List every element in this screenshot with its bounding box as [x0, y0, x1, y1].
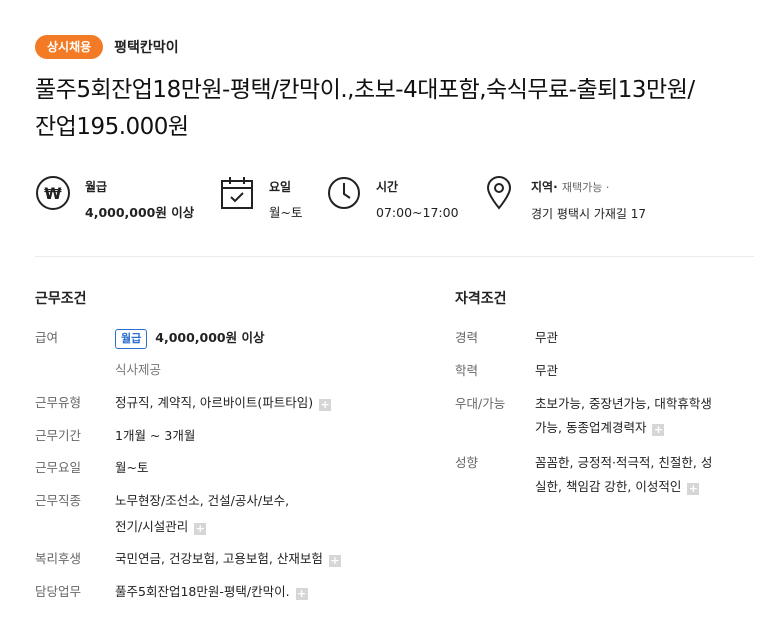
summary-days-value: 월~토	[269, 205, 303, 220]
qualifications-title: 자격조건	[455, 291, 507, 307]
duty-label: 담당업무	[35, 584, 82, 599]
trait-label: 성향	[455, 455, 479, 470]
header-row: 상시채용 평택칸막이	[35, 35, 179, 59]
education-value: 무관	[535, 363, 559, 378]
summary-pay-value: 4,000,000원 이상	[85, 205, 195, 220]
expand-plus-icon[interactable]: +	[319, 399, 332, 411]
trait-value-1: 꼼꼼한, 긍정적·적극적, 친절한, 성	[535, 455, 713, 470]
welfare-value: 국민연금, 건강보험, 고용보험, 산재보험	[115, 551, 323, 566]
pay-value: 4,000,000원 이상	[155, 330, 265, 345]
summary-pay-label: 월급	[85, 180, 108, 194]
summary-region-extra: 재택가능 ·	[561, 181, 610, 194]
pay-value-row: 월급 4,000,000원 이상	[115, 326, 264, 350]
svg-text:₩: ₩	[44, 184, 62, 203]
summary-time-label: 시간	[376, 180, 399, 194]
work-period-label: 근무기간	[35, 428, 82, 443]
trait-value-2: 실한, 책임감 강한, 이성적인	[535, 479, 682, 494]
duty-row: 풀주5회잔업18만원-평택/칸막이. +	[115, 580, 308, 604]
summary-region: 지역· 재택가능 · 경기 평택시 가재길 17	[481, 175, 646, 223]
preference-value-2: 가능, 동종업계경력자	[535, 420, 647, 435]
job-title-line2: 잔업195.000원	[35, 114, 189, 140]
divider	[35, 256, 754, 257]
job-category-label: 근무직종	[35, 493, 82, 508]
job-category-value-1: 노무현장/조선소, 건설/공사/보수,	[115, 493, 290, 508]
summary-time: 시간 07:00~17:00	[326, 175, 459, 222]
career-label: 경력	[455, 330, 479, 345]
job-title: 풀주5회잔업18만원-평택/칸막이.,초보-4대포함,숙식무료-출퇴13만원/ …	[35, 72, 755, 146]
won-icon: ₩	[36, 176, 70, 210]
work-period-value: 1개월 ~ 3개월	[115, 428, 196, 443]
preference-label: 우대/가능	[455, 396, 506, 411]
welfare-row: 국민연금, 건강보험, 고용보험, 산재보험 +	[115, 547, 341, 571]
summary-pay: ₩ 월급 4,000,000원 이상	[35, 175, 194, 222]
job-category-row: 노무현장/조선소, 건설/공사/보수, 전기/시설관리 +	[115, 489, 289, 539]
employment-type-value: 정규직, 계약직, 아르바이트(파트타임)	[115, 395, 314, 410]
trait-row: 꼼꼼한, 긍정적·적극적, 친절한, 성 실한, 책임감 강한, 이성적인 +	[535, 451, 712, 499]
preference-value-1: 초보가능, 중장년가능, 대학휴학생	[535, 396, 712, 411]
pay-sub: 식사제공	[115, 362, 162, 377]
expand-plus-icon[interactable]: +	[194, 523, 207, 535]
summary-region-label: 지역	[531, 180, 554, 194]
work-conditions-title: 근무조건	[35, 291, 87, 307]
expand-plus-icon[interactable]: +	[328, 555, 341, 567]
welfare-label: 복리후생	[35, 551, 82, 566]
summary-region-separator: ·	[553, 180, 558, 194]
summary-days-label: 요일	[269, 180, 292, 194]
summary-bar: ₩ 월급 4,000,000원 이상 요일 월~토 시간 07:00~17:00	[35, 175, 755, 235]
summary-days: 요일 월~토	[219, 175, 302, 222]
employment-type-label: 근무유형	[35, 395, 82, 410]
location-pin-icon	[486, 176, 512, 210]
job-category-value-2: 전기/시설관리	[115, 519, 189, 534]
work-days-value: 월~토	[115, 460, 149, 475]
calendar-check-icon	[221, 177, 253, 209]
clock-icon	[328, 177, 360, 209]
pay-type-tag: 월급	[115, 329, 148, 349]
job-title-line1: 풀주5회잔업18만원-평택/칸막이.,초보-4대포함,숙식무료-출퇴13만원/	[35, 77, 695, 103]
preference-row: 초보가능, 중장년가능, 대학휴학생 가능, 동종업계경력자 +	[535, 392, 712, 440]
work-days-label: 근무요일	[35, 460, 82, 475]
expand-plus-icon[interactable]: +	[652, 424, 665, 436]
summary-region-value: 경기 평택시 가재길 17	[531, 207, 647, 221]
career-value: 무관	[535, 330, 559, 345]
education-label: 학력	[455, 363, 479, 378]
expand-plus-icon[interactable]: +	[687, 483, 700, 495]
recruit-type-badge: 상시채용	[35, 35, 104, 59]
company-name[interactable]: 평택칸막이	[114, 37, 178, 57]
duty-value: 풀주5회잔업18만원-평택/칸막이.	[115, 584, 290, 599]
pay-label: 급여	[35, 330, 59, 345]
employment-type-row: 정규직, 계약직, 아르바이트(파트타임) +	[115, 391, 332, 415]
summary-time-value: 07:00~17:00	[376, 205, 459, 220]
expand-plus-icon[interactable]: +	[295, 588, 308, 600]
